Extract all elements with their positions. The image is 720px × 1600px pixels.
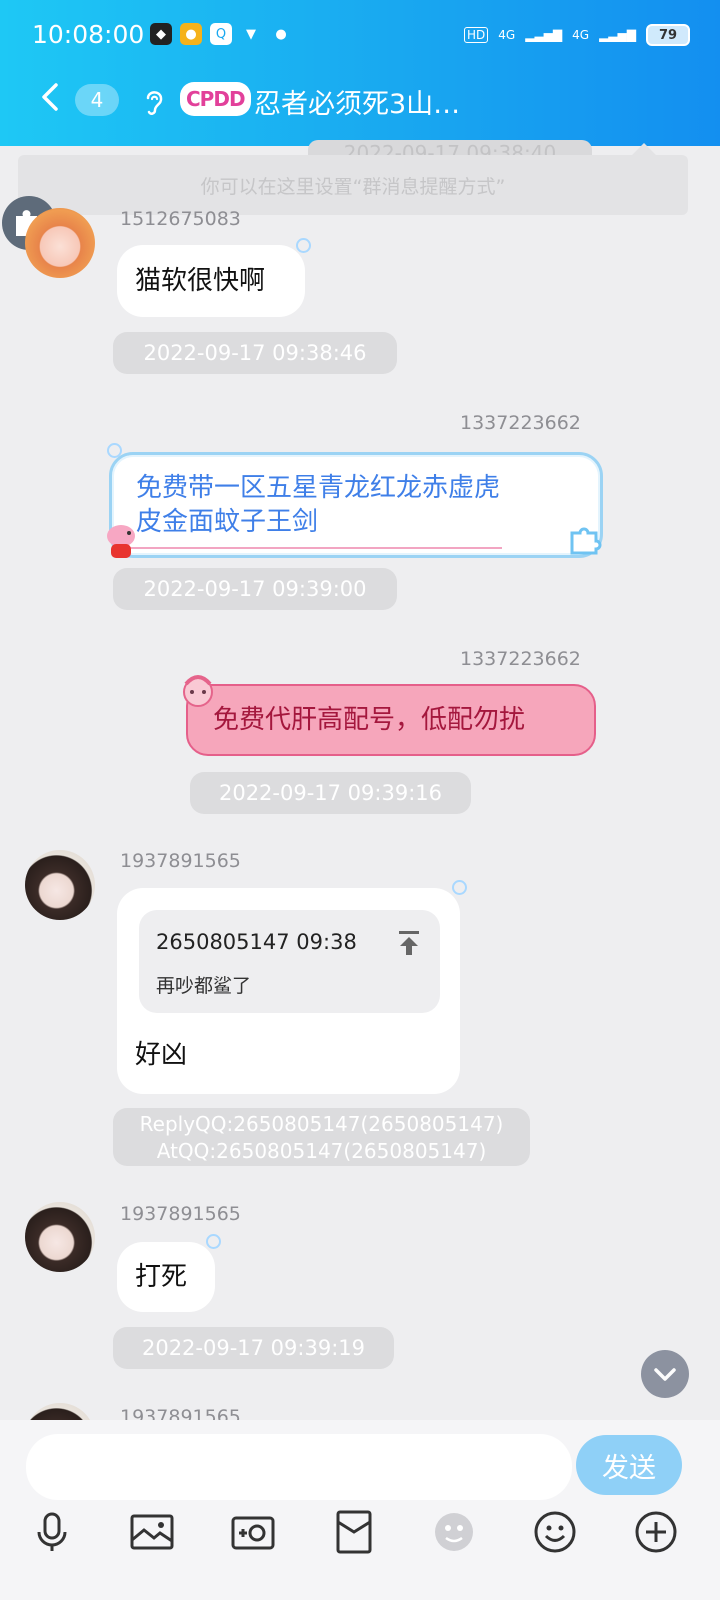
ear-icon[interactable] [140, 86, 168, 118]
signal-icon: ▂▃▅▇ [525, 28, 563, 42]
signal-4g-label-2: 4G [572, 28, 590, 42]
back-icon[interactable] [36, 82, 66, 112]
peppa-pig-sticker-icon [107, 525, 135, 558]
bubble-decoration-line [122, 547, 502, 549]
face-icon[interactable] [430, 1508, 478, 1556]
reply-meta-line-2: AtQQ:2650805147(2650805147) [156, 1139, 487, 1163]
status-right: HD 4G ▂▃▅▇ 4G ▂▃▅▇ 79 [464, 24, 690, 46]
sender-id: 1512675083 [120, 208, 241, 230]
timestamp-label: 2022-09-17 09:39:19 [113, 1327, 394, 1369]
status-time: 10:08:00 [32, 20, 145, 49]
avatar[interactable] [25, 208, 95, 278]
q-app-icon: Q [210, 23, 232, 45]
cpdd-badge: CPDD [180, 82, 251, 116]
chat-header: 10:08:00 ◆ ● Q ▼ ● HD 4G ▂▃▅▇ 4G ▂▃▅▇ 79… [0, 0, 720, 146]
send-button[interactable]: 发送 [576, 1435, 682, 1495]
quote-header: 2650805147 09:38 [156, 930, 357, 954]
puzzle-sticker-icon [570, 527, 602, 555]
decorated-bubble-frame[interactable]: 免费带一区五星青龙红龙赤虚虎 皮金面蚊子王剑 [109, 452, 603, 558]
quote-text: 再吵都鲨了 [156, 975, 252, 997]
bubble-decoration [452, 880, 467, 895]
game-app-icon: ◆ [150, 23, 172, 45]
sender-id: 1937891565 [120, 850, 241, 872]
plus-icon[interactable] [632, 1508, 680, 1556]
camera-icon[interactable] [229, 1508, 277, 1556]
message-line-1: 免费带一区五星青龙红龙赤虚虎 [136, 473, 501, 503]
timestamp-label: 2022-09-17 09:39:16 [190, 772, 471, 814]
signal-icon-2: ▂▃▅▇ [599, 28, 636, 42]
reply-meta-label: ReplyQQ:2650805147(2650805147) AtQQ:2650… [113, 1108, 530, 1166]
battery-icon: 79 [646, 24, 690, 46]
sender-id: 1937891565 [120, 1203, 241, 1225]
scroll-to-bottom-button[interactable] [641, 1350, 689, 1398]
group-title[interactable]: 忍者必须死3山… [254, 82, 460, 121]
jump-to-top-icon[interactable] [397, 930, 421, 956]
hd-icon: HD [464, 27, 489, 43]
message-text: 好凶 [135, 1040, 188, 1070]
avatar[interactable] [25, 850, 95, 920]
signal-4g-label: 4G [498, 28, 516, 42]
message-input[interactable] [26, 1434, 572, 1500]
message-icon: ● [275, 26, 287, 42]
sender-id: 1337223662 [460, 648, 581, 670]
mic-icon[interactable] [28, 1508, 76, 1556]
vpn-icon: ▼ [246, 26, 256, 42]
bubble-decoration [296, 238, 311, 253]
unread-count-badge[interactable]: 4 [75, 84, 119, 116]
message-line-2: 皮金面蚊子王剑 [136, 507, 319, 537]
sender-id: 1337223662 [460, 412, 581, 434]
image-icon[interactable] [128, 1508, 176, 1556]
timestamp-label: 2022-09-17 09:38:46 [113, 332, 397, 374]
anime-girl-sticker-icon [183, 675, 213, 707]
quoted-message[interactable]: 2650805147 09:38 再吵都鲨了 [139, 910, 440, 1013]
notification-setting-tooltip[interactable]: 你可以在这里设置“群消息提醒方式” [18, 155, 688, 215]
emoji-icon[interactable] [531, 1508, 579, 1556]
message-text: 免费代肝高配号，低配勿扰 [213, 705, 526, 735]
taobao-app-icon: ● [180, 23, 202, 45]
red-packet-icon[interactable] [330, 1508, 378, 1556]
reply-meta-line-1: ReplyQQ:2650805147(2650805147) [139, 1112, 504, 1136]
bubble-decoration [206, 1234, 221, 1249]
chevron-down-icon [654, 1368, 676, 1381]
avatar[interactable] [25, 1202, 95, 1272]
message-bubble[interactable]: 打死 [117, 1242, 215, 1312]
timestamp-label: 2022-09-17 09:39:00 [113, 568, 397, 610]
notification-icons: ◆ ● Q ▼ ● [150, 23, 292, 45]
message-bubble[interactable]: 猫软很快啊 [117, 245, 305, 317]
message-bubble[interactable]: 免费代肝高配号，低配勿扰 [186, 684, 596, 756]
